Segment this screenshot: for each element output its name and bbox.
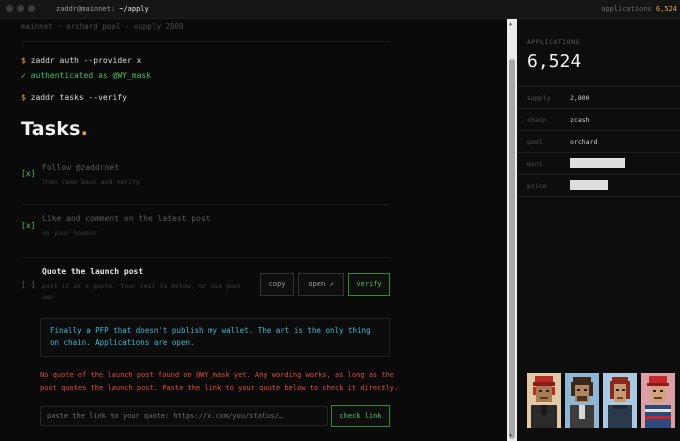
applications-label: APPLICATIONS xyxy=(527,38,580,46)
stat-row-supply: supply 2,800 xyxy=(517,86,680,108)
task-title: Follow @zaddrnet xyxy=(42,163,120,172)
task-checkbox[interactable]: [ ] xyxy=(21,280,35,289)
stat-value: 2,800 xyxy=(570,94,590,102)
divider xyxy=(21,257,390,258)
task-checkbox[interactable]: [x] xyxy=(21,221,35,230)
divider xyxy=(21,41,390,42)
scroll-down-arrow-icon[interactable]: ▼ xyxy=(509,433,512,439)
quote-link-input[interactable]: paste the link to your quote: https://x.… xyxy=(40,406,328,426)
copy-button[interactable]: copy xyxy=(260,273,294,296)
mint-redacted-bar xyxy=(570,158,625,168)
scrollbar-thumb[interactable] xyxy=(509,59,515,439)
divider xyxy=(517,196,680,197)
stat-row-mint: mint xyxy=(517,152,680,174)
applications-counter: applications 6,524 xyxy=(601,5,677,13)
applications-count: 6,524 xyxy=(527,51,582,72)
stat-value: orchard xyxy=(570,138,598,146)
stats-panel: APPLICATIONS 6,524 supply 2,800 chain zc… xyxy=(517,19,680,441)
pfp-avatar-3 xyxy=(603,373,637,428)
page-title: Tasks. xyxy=(21,118,89,140)
pfp-avatar-4 xyxy=(641,373,675,428)
stat-key: supply xyxy=(527,94,551,102)
window-maximize-icon[interactable] xyxy=(28,5,35,12)
scroll-up-arrow-icon[interactable]: ▲ xyxy=(509,21,512,27)
stat-row-price: price xyxy=(517,174,680,196)
command-line-auth: $ zaddr auth --provider x xyxy=(21,56,142,65)
breadcrumb: mainnet · orchard pool · supply 2800 xyxy=(21,22,184,31)
command-line-tasks: $ zaddr tasks --verify xyxy=(21,93,127,102)
verification-warning: No quote of the launch post found on @WY… xyxy=(40,371,399,392)
task-checkbox[interactable]: [x] xyxy=(21,169,35,178)
quote-text-box: Finally a PFP that doesn't publish my wa… xyxy=(40,318,390,357)
window-close-icon[interactable] xyxy=(6,5,13,12)
pfp-avatar-1 xyxy=(527,373,561,428)
main-pane: mainnet · orchard pool · supply 2800 $ z… xyxy=(0,19,507,441)
task-subtitle: then come back and verify xyxy=(42,178,140,186)
stat-value: zcash xyxy=(570,116,590,124)
stat-key: mint xyxy=(527,160,543,168)
stat-key: chain xyxy=(527,116,547,124)
window-minimize-icon[interactable] xyxy=(17,5,24,12)
task-title: Quote the launch post xyxy=(42,267,144,276)
task-subtitle: on your honour xyxy=(42,229,97,237)
stat-key: pool xyxy=(527,138,543,146)
divider xyxy=(21,204,390,205)
open-post-button[interactable]: open ↗ xyxy=(298,273,344,296)
task-subtitle: post it as a quote. Your text is below, … xyxy=(42,282,242,301)
task-title: Like and comment on the latest post xyxy=(42,214,211,223)
auth-status: ✓ authenticated as @WY_mask xyxy=(21,71,152,80)
verify-button[interactable]: verify xyxy=(348,273,390,296)
window-title: zaddr@mainnet: ~/apply xyxy=(56,5,149,13)
pfp-avatar-2 xyxy=(565,373,599,428)
title-bar: zaddr@mainnet: ~/apply applications 6,52… xyxy=(0,0,680,19)
stat-row-pool: pool orchard xyxy=(517,130,680,152)
price-redacted-bar xyxy=(570,180,608,190)
stat-key: price xyxy=(527,182,547,190)
check-link-button[interactable]: check link xyxy=(331,405,390,427)
stat-row-chain: chain zcash xyxy=(517,108,680,130)
scrollbar[interactable]: ▲ ▼ xyxy=(507,19,517,441)
